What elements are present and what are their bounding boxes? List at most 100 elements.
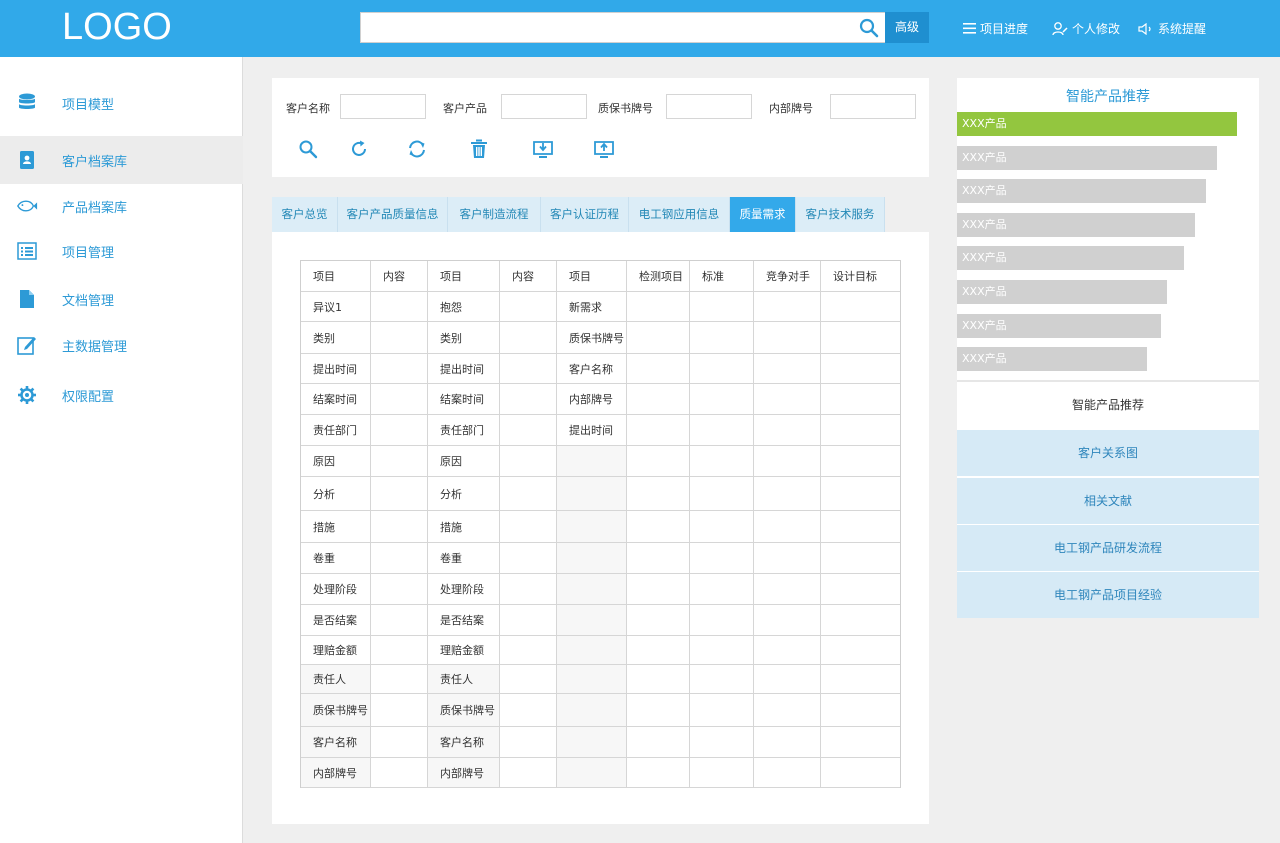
table-cell[interactable] [627, 322, 690, 354]
recommend-bar[interactable]: XXX产品 [957, 212, 1195, 237]
table-cell[interactable] [371, 292, 428, 322]
table-cell[interactable] [690, 477, 754, 511]
sidebar-item-document-management[interactable]: 文档管理 [0, 275, 243, 323]
table-cell[interactable] [627, 605, 690, 636]
table-cell[interactable] [500, 605, 557, 636]
table-cell[interactable] [500, 694, 557, 727]
table-cell[interactable] [754, 636, 821, 665]
table-cell[interactable] [821, 446, 900, 477]
table-cell[interactable] [500, 292, 557, 322]
table-cell[interactable] [690, 665, 754, 694]
table-cell[interactable] [690, 574, 754, 605]
table-cell[interactable] [821, 636, 900, 665]
table-cell[interactable] [627, 636, 690, 665]
table-cell[interactable] [754, 292, 821, 322]
recommend-link[interactable]: 相关文献 [957, 478, 1259, 524]
table-cell[interactable] [754, 605, 821, 636]
tab-tech-service[interactable]: 客户技术服务 [796, 197, 885, 232]
table-cell[interactable] [627, 574, 690, 605]
table-cell[interactable] [500, 574, 557, 605]
table-cell[interactable] [754, 354, 821, 384]
table-cell[interactable] [690, 605, 754, 636]
table-cell[interactable] [371, 543, 428, 574]
tab-customer-overview[interactable]: 客户总览 [272, 197, 338, 232]
table-cell[interactable] [371, 574, 428, 605]
table-cell[interactable] [371, 694, 428, 727]
table-cell[interactable] [690, 446, 754, 477]
table-cell[interactable] [690, 415, 754, 446]
table-cell[interactable] [500, 446, 557, 477]
sidebar-item-product-archive[interactable]: 产品档案库 [0, 182, 243, 230]
table-cell[interactable] [821, 543, 900, 574]
tab-product-quality[interactable]: 客户产品质量信息 [338, 197, 448, 232]
search-input[interactable] [360, 12, 886, 43]
table-cell[interactable] [690, 292, 754, 322]
table-cell[interactable] [627, 477, 690, 511]
recommend-link[interactable]: 智能产品推荐 [957, 382, 1259, 429]
table-cell[interactable] [627, 292, 690, 322]
table-cell[interactable] [690, 543, 754, 574]
table-cell[interactable] [754, 543, 821, 574]
table-cell[interactable] [627, 694, 690, 727]
table-cell[interactable] [371, 511, 428, 543]
table-cell[interactable] [500, 543, 557, 574]
recommend-bar[interactable]: XXX产品 [957, 313, 1161, 338]
tab-certification-history[interactable]: 客户认证历程 [541, 197, 629, 232]
table-cell[interactable] [500, 322, 557, 354]
sidebar-item-master-data[interactable]: 主数据管理 [0, 321, 243, 369]
table-cell[interactable] [821, 384, 900, 415]
sidebar-item-customer-archive[interactable]: 客户档案库 [0, 136, 243, 184]
table-cell[interactable] [690, 636, 754, 665]
table-cell[interactable] [690, 322, 754, 354]
table-cell[interactable] [754, 665, 821, 694]
recommend-link[interactable]: 电工钢产品项目经验 [957, 572, 1259, 618]
table-cell[interactable] [821, 758, 900, 788]
table-cell[interactable] [371, 446, 428, 477]
table-cell[interactable] [821, 511, 900, 543]
table-cell[interactable] [371, 758, 428, 788]
table-cell[interactable] [821, 574, 900, 605]
internal-grade-field[interactable] [830, 94, 916, 119]
table-cell[interactable] [754, 758, 821, 788]
table-cell[interactable] [627, 543, 690, 574]
tab-steel-application[interactable]: 电工钢应用信息 [629, 197, 730, 232]
table-cell[interactable] [371, 636, 428, 665]
table-cell[interactable] [754, 446, 821, 477]
table-cell[interactable] [690, 511, 754, 543]
table-cell[interactable] [371, 354, 428, 384]
table-cell[interactable] [371, 605, 428, 636]
table-cell[interactable] [754, 322, 821, 354]
table-cell[interactable] [821, 354, 900, 384]
table-cell[interactable] [500, 415, 557, 446]
nav-project-progress[interactable]: 项目进度 [963, 0, 1028, 57]
table-cell[interactable] [371, 727, 428, 758]
table-cell[interactable] [371, 415, 428, 446]
recommend-link[interactable]: 电工钢产品研发流程 [957, 525, 1259, 571]
table-cell[interactable] [371, 322, 428, 354]
table-cell[interactable] [627, 665, 690, 694]
warranty-grade-field[interactable] [666, 94, 752, 119]
table-cell[interactable] [690, 384, 754, 415]
table-cell[interactable] [627, 446, 690, 477]
table-cell[interactable] [821, 727, 900, 758]
tab-quality-requirements[interactable]: 质量需求 [730, 197, 796, 232]
recommend-bar[interactable]: XXX产品 [957, 179, 1206, 204]
table-cell[interactable] [690, 354, 754, 384]
table-cell[interactable] [371, 477, 428, 511]
table-cell[interactable] [754, 477, 821, 511]
delete-button[interactable] [468, 138, 490, 160]
table-cell[interactable] [754, 384, 821, 415]
table-cell[interactable] [821, 415, 900, 446]
table-cell[interactable] [627, 354, 690, 384]
table-cell[interactable] [500, 758, 557, 788]
nav-system-alert[interactable]: 系统提醒 [1138, 0, 1206, 57]
table-cell[interactable] [627, 758, 690, 788]
table-cell[interactable] [690, 694, 754, 727]
sidebar-item-permission-config[interactable]: 权限配置 [0, 371, 243, 419]
customer-name-field[interactable] [340, 94, 426, 119]
search-button[interactable] [297, 138, 319, 160]
sidebar-item-project-model[interactable]: 项目模型 [0, 79, 243, 127]
sync-button[interactable] [406, 138, 428, 160]
recommend-bar[interactable]: XXX产品 [957, 112, 1237, 136]
table-cell[interactable] [821, 694, 900, 727]
